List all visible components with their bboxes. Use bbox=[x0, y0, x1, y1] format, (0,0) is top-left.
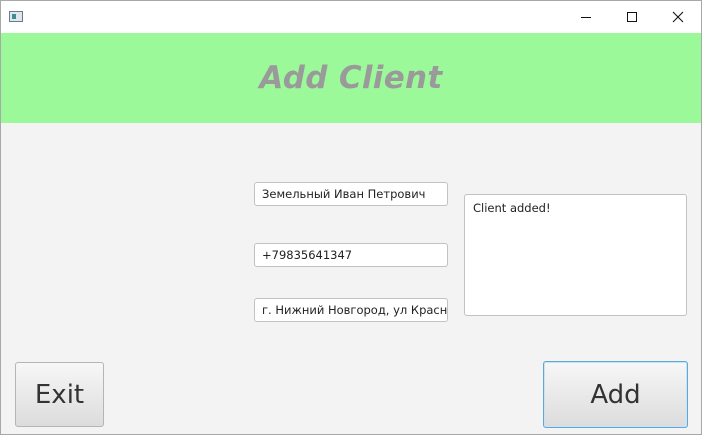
close-button[interactable] bbox=[655, 1, 701, 33]
minimize-icon bbox=[581, 17, 591, 18]
header-banner: Add Client bbox=[1, 33, 701, 123]
add-button[interactable]: Add bbox=[543, 361, 688, 428]
title-bar bbox=[1, 1, 701, 33]
exit-button[interactable]: Exit bbox=[15, 362, 104, 427]
app-window: Add Client Земельный Иван Петрович +7983… bbox=[0, 0, 702, 435]
phone-field[interactable]: +79835641347 bbox=[254, 243, 448, 267]
close-icon bbox=[672, 11, 684, 23]
maximize-icon bbox=[627, 12, 637, 22]
app-icon bbox=[9, 11, 23, 22]
minimize-button[interactable] bbox=[563, 1, 609, 33]
maximize-button[interactable] bbox=[609, 1, 655, 33]
page-title: Add Client bbox=[259, 60, 443, 96]
address-field[interactable]: г. Нижний Новгород, ул Красное bbox=[254, 298, 448, 322]
status-output-area[interactable]: Client added! bbox=[464, 194, 687, 316]
name-field[interactable]: Земельный Иван Петрович bbox=[254, 182, 448, 206]
